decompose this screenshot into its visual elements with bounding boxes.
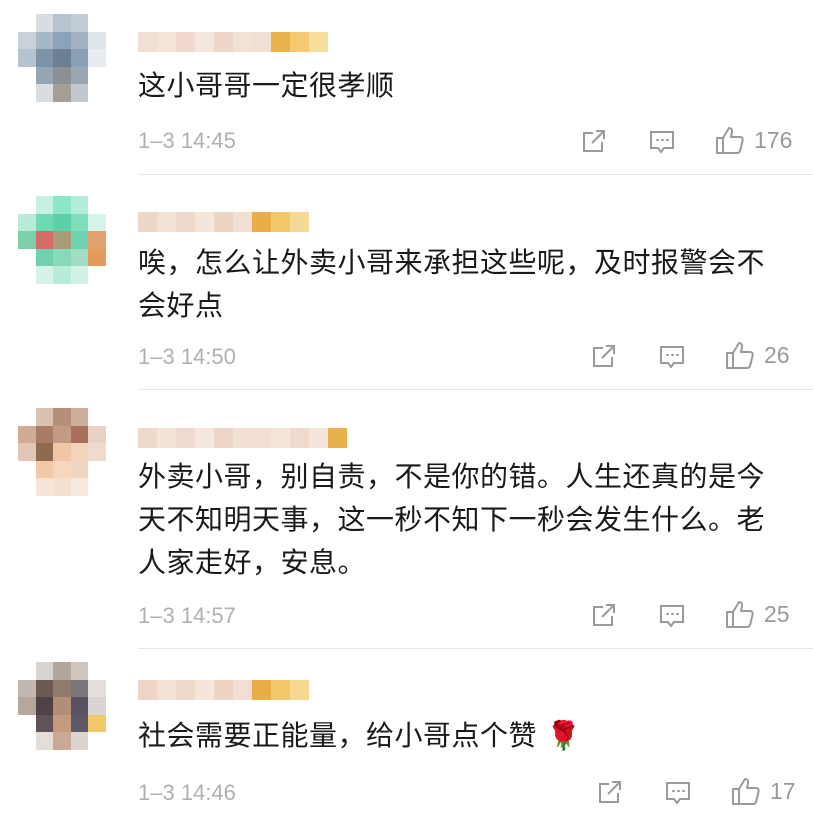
reply-button[interactable] bbox=[658, 343, 686, 371]
share-button[interactable] bbox=[590, 342, 618, 370]
reply-button[interactable] bbox=[658, 602, 686, 630]
like-count: 17 bbox=[770, 777, 796, 804]
username[interactable] bbox=[138, 428, 347, 448]
comment-time: 1–3 14:46 bbox=[138, 780, 236, 805]
divider bbox=[138, 174, 813, 175]
comment-time: 1–3 14:50 bbox=[138, 344, 236, 369]
like-button[interactable]: 176 bbox=[714, 124, 792, 156]
like-count: 25 bbox=[764, 600, 790, 627]
comment-text: 社会需要正能量，给小哥点个赞 🌹 bbox=[138, 719, 582, 752]
avatar[interactable] bbox=[18, 14, 106, 102]
thumbs-up-icon bbox=[724, 598, 756, 630]
thumbs-up-icon bbox=[724, 339, 756, 371]
comment-text: 外卖小哥，别自责，不是你的错。人生还真的是今天不知明天事，这一秒不知下一秒会发生… bbox=[138, 460, 766, 579]
comment-time: 1–3 14:45 bbox=[138, 128, 236, 153]
thumbs-up-icon bbox=[730, 775, 762, 807]
like-button[interactable]: 26 bbox=[724, 339, 790, 371]
avatar[interactable] bbox=[18, 662, 106, 750]
like-count: 26 bbox=[764, 341, 790, 368]
comment-text: 这小哥哥一定很孝顺 bbox=[138, 69, 395, 102]
thumbs-up-icon bbox=[714, 124, 746, 156]
share-button[interactable] bbox=[580, 127, 608, 155]
comment-time: 1–3 14:57 bbox=[138, 603, 236, 628]
share-button[interactable] bbox=[590, 601, 618, 629]
divider bbox=[138, 648, 813, 649]
avatar[interactable] bbox=[18, 196, 106, 284]
comment-icon bbox=[658, 602, 686, 630]
comment-text: 唉，怎么让外卖小哥来承担这些呢，及时报警会不会好点 bbox=[138, 246, 766, 322]
comment-icon bbox=[648, 128, 676, 156]
username[interactable] bbox=[138, 212, 309, 232]
comment-list: 这小哥哥一定很孝顺 1–3 14:45 176 唉，怎么让外卖小哥来承担这些呢，… bbox=[0, 0, 813, 828]
like-count: 176 bbox=[754, 126, 793, 153]
divider bbox=[138, 389, 813, 390]
comment-icon bbox=[658, 343, 686, 371]
share-icon bbox=[580, 127, 608, 155]
share-icon bbox=[596, 778, 624, 806]
username[interactable] bbox=[138, 680, 309, 700]
share-icon bbox=[590, 601, 618, 629]
share-icon bbox=[590, 342, 618, 370]
reply-button[interactable] bbox=[648, 128, 676, 156]
like-button[interactable]: 25 bbox=[724, 598, 790, 630]
comment-icon bbox=[664, 779, 692, 807]
username[interactable] bbox=[138, 32, 328, 52]
reply-button[interactable] bbox=[664, 779, 692, 807]
like-button[interactable]: 17 bbox=[730, 775, 796, 807]
avatar[interactable] bbox=[18, 408, 106, 496]
comment-item: 这小哥哥一定很孝顺 1–3 14:45 176 bbox=[0, 0, 813, 175]
share-button[interactable] bbox=[596, 778, 624, 806]
